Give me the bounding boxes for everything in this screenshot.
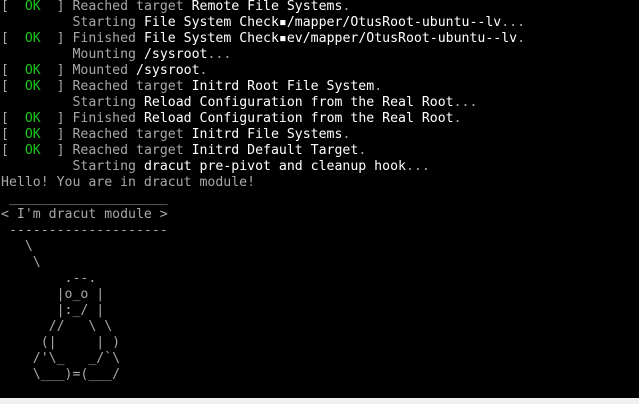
status-bracket-open: [ — [1, 79, 25, 94]
unit-name: File System Check▪ev/mapper/OtusRoot-ubu… — [143, 31, 518, 46]
boot-status-line: [ OK ] Reached target Initrd File System… — [1, 127, 350, 143]
console-text: \ — [1, 239, 33, 254]
unit-name: dracut pre-pivot and cleanup hook — [143, 159, 406, 174]
boot-status-line: [ OK ] Finished Reload Configuration fro… — [1, 111, 462, 127]
line-tail: ... — [207, 47, 232, 62]
unit-name: Initrd File Systems — [191, 127, 343, 142]
line-tail: . — [374, 79, 383, 94]
ok-status-badge: OK — [24, 127, 41, 142]
console-text-line: Hello! You are in dracut module! — [1, 175, 255, 191]
status-verb: Finished — [72, 31, 144, 46]
console-text-line: \___)=(___/ — [1, 367, 120, 383]
boot-status-line: [ OK ] Mounted /sysroot. — [1, 63, 208, 79]
status-verb: Reached target — [72, 143, 192, 158]
boot-status-line: [ OK ] Reached target Initrd Default Tar… — [1, 143, 366, 159]
console-text-line: -------------------- — [1, 223, 168, 239]
console-text-line: .--. — [1, 271, 97, 287]
console-text-line: // \ \ — [1, 319, 113, 335]
console-text: Hello! You are in dracut module! — [1, 175, 256, 190]
line-tail: ... — [501, 15, 526, 30]
console-text: < I'm dracut module > — [1, 207, 168, 222]
ok-status-badge: OK — [24, 63, 41, 78]
status-verb: Mounting — [72, 47, 144, 62]
console-text-line: (| | ) — [1, 335, 120, 351]
ok-status-badge: OK — [24, 143, 41, 158]
status-bracket-open: [ — [1, 0, 25, 14]
boot-progress-line: Starting Reload Configuration from the R… — [1, 95, 477, 111]
console-text: \___)=(___/ — [1, 367, 121, 382]
status-bracket-open: [ — [1, 111, 25, 126]
unit-name: /sysroot — [136, 63, 200, 78]
console-text: /'\_ _/`\ — [1, 351, 121, 366]
status-bracket-close: ] — [40, 143, 73, 158]
console-text: // \ \ — [1, 319, 113, 334]
status-verb: Reached target — [72, 79, 192, 94]
ok-status-badge: OK — [24, 79, 41, 94]
status-bracket-open: [ — [1, 143, 25, 158]
status-verb: Mounted — [72, 63, 137, 78]
unit-name: Initrd Root File System — [191, 79, 375, 94]
boot-console: [ OK ] Reached target Remote File System… — [0, 0, 639, 404]
line-tail: . — [358, 143, 367, 158]
console-text-line: < I'm dracut module > — [1, 207, 168, 223]
status-verb: Reached target — [72, 127, 192, 142]
console-text-line: |:_/ | — [1, 303, 105, 319]
console-text-line: \ — [1, 239, 33, 255]
unit-name: File System Check▪/mapper/OtusRoot-ubunt… — [143, 15, 502, 30]
console-text-line: /'\_ _/`\ — [1, 351, 120, 367]
line-tail: ... — [453, 95, 478, 110]
unit-name: Initrd Default Target — [191, 143, 359, 158]
status-bracket-close: ] — [40, 0, 73, 14]
console-text: ____________________ — [1, 191, 168, 206]
unit-name: Reload Configuration from the Real Root — [143, 95, 454, 110]
console-text-line: |o_o | — [1, 287, 105, 303]
console-text: |:_/ | — [1, 303, 105, 318]
status-bracket-close: ] — [40, 31, 73, 46]
status-bracket-open: [ — [1, 31, 25, 46]
status-bracket-close: ] — [40, 63, 73, 78]
console-text: \ — [1, 255, 41, 270]
status-verb: Reached target — [72, 0, 192, 14]
ok-status-badge: OK — [24, 111, 41, 126]
console-text-line: \ — [1, 255, 41, 271]
line-tail: . — [342, 127, 351, 142]
console-text: -------------------- — [1, 223, 168, 238]
boot-progress-line: Starting dracut pre-pivot and cleanup ho… — [1, 159, 430, 175]
console-text: .--. — [1, 271, 97, 286]
console-bottom-strip — [0, 398, 639, 404]
console-text-line: ____________________ — [1, 191, 168, 207]
status-verb: Finished — [72, 111, 144, 126]
status-verb: Starting — [72, 15, 144, 30]
status-bracket-open: [ — [1, 63, 25, 78]
ok-status-badge: OK — [24, 0, 41, 14]
line-tail: . — [517, 31, 526, 46]
status-verb: Starting — [72, 159, 144, 174]
boot-status-line: [ OK ] Reached target Remote File System… — [1, 0, 350, 15]
boot-progress-line: Mounting /sysroot... — [1, 47, 231, 63]
boot-progress-line: Starting File System Check▪/mapper/OtusR… — [1, 15, 525, 31]
unit-name: Remote File Systems — [191, 0, 343, 14]
boot-status-line: [ OK ] Reached target Initrd Root File S… — [1, 79, 382, 95]
line-tail: . — [199, 63, 208, 78]
line-tail: . — [342, 0, 351, 14]
ok-status-badge: OK — [24, 31, 41, 46]
line-tail: ... — [405, 159, 430, 174]
unit-name: /sysroot — [143, 47, 208, 62]
line-tail: . — [453, 111, 462, 126]
status-verb: Starting — [72, 95, 144, 110]
console-text: |o_o | — [1, 287, 105, 302]
status-bracket-close: ] — [40, 111, 73, 126]
status-bracket-close: ] — [40, 127, 73, 142]
console-text: (| | ) — [1, 335, 121, 350]
status-bracket-open: [ — [1, 127, 25, 142]
status-bracket-close: ] — [40, 79, 73, 94]
unit-name: Reload Configuration from the Real Root — [143, 111, 454, 126]
boot-status-line: [ OK ] Finished File System Check▪ev/map… — [1, 31, 525, 47]
